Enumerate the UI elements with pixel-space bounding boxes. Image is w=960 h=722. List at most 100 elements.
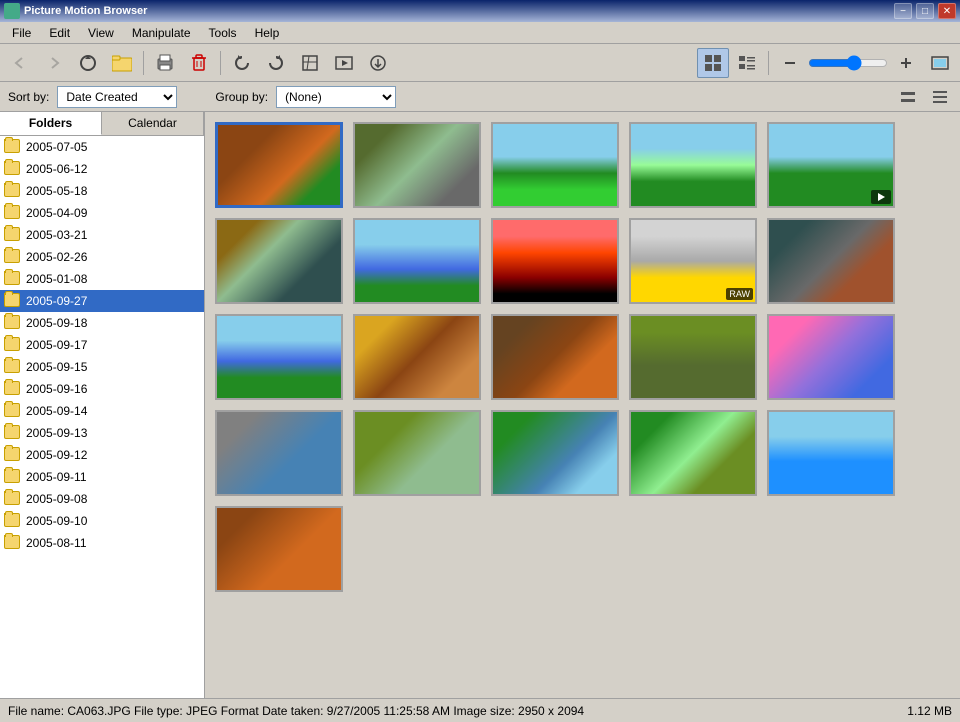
thumbnail-item[interactable]	[215, 506, 343, 592]
menu-manipulate[interactable]: Manipulate	[124, 24, 199, 42]
thumbnail-item[interactable]	[767, 122, 895, 208]
edit-icon	[301, 54, 319, 72]
rotate-right-button[interactable]	[260, 48, 292, 78]
folder-item[interactable]: 2005-09-11	[0, 466, 204, 488]
list-view-icon	[738, 54, 756, 72]
zoom-in-button[interactable]	[890, 48, 922, 78]
thumbnail-item[interactable]	[767, 218, 895, 304]
thumbnail-item[interactable]	[767, 314, 895, 400]
slide-button[interactable]	[328, 48, 360, 78]
folder-item[interactable]: 2005-09-15	[0, 356, 204, 378]
folder-name: 2005-09-14	[26, 404, 87, 418]
list-view-button[interactable]	[731, 48, 763, 78]
folder-item[interactable]: 2005-03-21	[0, 224, 204, 246]
thumbnail-item[interactable]	[629, 122, 757, 208]
thumbnail-item[interactable]	[491, 218, 619, 304]
folder-item[interactable]: 2005-09-27	[0, 290, 204, 312]
rotate-left-button[interactable]	[226, 48, 258, 78]
refresh-button[interactable]	[72, 48, 104, 78]
folder-icon	[4, 139, 22, 155]
folder-name: 2005-07-05	[26, 140, 87, 154]
zoom-slider[interactable]	[808, 55, 888, 71]
expand-button[interactable]	[896, 86, 920, 108]
thumbnail-item[interactable]	[629, 410, 757, 496]
forward-button[interactable]	[38, 48, 70, 78]
folder-item[interactable]: 2005-05-18	[0, 180, 204, 202]
folder-name: 2005-09-15	[26, 360, 87, 374]
minimize-button[interactable]: −	[894, 3, 912, 19]
thumbnail-item[interactable]	[353, 314, 481, 400]
folder-name: 2005-08-11	[26, 536, 87, 550]
folder-item[interactable]: 2005-09-08	[0, 488, 204, 510]
folder-item[interactable]: 2005-09-16	[0, 378, 204, 400]
group-select[interactable]: (None) Date Folder	[276, 86, 396, 108]
delete-button[interactable]	[183, 48, 215, 78]
folder-icon	[4, 359, 22, 375]
folder-item[interactable]: 2005-07-05	[0, 136, 204, 158]
raw-badge: RAW	[726, 288, 753, 300]
zoom-out-button[interactable]	[774, 48, 806, 78]
folder-item[interactable]: 2005-09-12	[0, 444, 204, 466]
thumbnail-item[interactable]	[215, 122, 343, 208]
folder-item[interactable]: 2005-09-17	[0, 334, 204, 356]
grid-view-button[interactable]	[697, 48, 729, 78]
edit-button[interactable]	[294, 48, 326, 78]
export-button[interactable]	[362, 48, 394, 78]
sort-label: Sort by:	[8, 90, 49, 104]
folder-name: 2005-09-11	[26, 470, 87, 484]
zoom-in-icon	[899, 56, 913, 70]
thumbnail-item[interactable]	[215, 314, 343, 400]
folder-item[interactable]: 2005-02-26	[0, 246, 204, 268]
folder-name: 2005-09-12	[26, 448, 87, 462]
sort-bar: Sort by: Date Created File Name File Siz…	[0, 82, 960, 112]
folder-item[interactable]: 2005-09-13	[0, 422, 204, 444]
folder-icon	[4, 293, 22, 309]
menu-tools[interactable]: Tools	[201, 24, 245, 42]
folder-button[interactable]	[106, 48, 138, 78]
folder-item[interactable]: 2005-09-14	[0, 400, 204, 422]
folder-icon	[4, 447, 22, 463]
menu-file[interactable]: File	[4, 24, 39, 42]
maximize-button[interactable]: □	[916, 3, 934, 19]
folder-icon	[4, 535, 22, 551]
thumbnail-item[interactable]	[491, 410, 619, 496]
expand-icon	[901, 92, 915, 102]
thumbnail-item[interactable]	[491, 314, 619, 400]
sort-select[interactable]: Date Created File Name File Size Date Mo…	[57, 86, 177, 108]
folder-item[interactable]: 2005-09-10	[0, 510, 204, 532]
thumbnail-item[interactable]	[215, 218, 343, 304]
folder-item[interactable]: 2005-08-11	[0, 532, 204, 554]
thumbnail-item[interactable]	[353, 122, 481, 208]
thumbnail-item[interactable]	[353, 218, 481, 304]
thumbnail-item[interactable]	[215, 410, 343, 496]
folder-name: 2005-09-08	[26, 492, 87, 506]
collapse-button[interactable]	[928, 86, 952, 108]
fullscreen-button[interactable]	[924, 48, 956, 78]
thumbnail-item[interactable]	[629, 314, 757, 400]
back-button[interactable]	[4, 48, 36, 78]
video-badge	[871, 190, 891, 204]
content-area: RAW	[205, 112, 960, 698]
folder-icon	[4, 315, 22, 331]
folder-name: 2005-09-13	[26, 426, 87, 440]
tab-calendar[interactable]: Calendar	[102, 112, 204, 135]
menu-view[interactable]: View	[80, 24, 122, 42]
thumbnail-item[interactable]	[353, 410, 481, 496]
close-button[interactable]: ✕	[938, 3, 956, 19]
folder-name: 2005-09-27	[26, 294, 87, 308]
folder-name: 2005-01-08	[26, 272, 87, 286]
print-button[interactable]	[149, 48, 181, 78]
tab-folders[interactable]: Folders	[0, 112, 102, 135]
thumbnail-area[interactable]: RAW	[205, 112, 960, 698]
folder-item[interactable]: 2005-01-08	[0, 268, 204, 290]
folder-name: 2005-09-18	[26, 316, 87, 330]
folder-item[interactable]: 2005-09-18	[0, 312, 204, 334]
group-label: Group by:	[215, 90, 268, 104]
menu-help[interactable]: Help	[247, 24, 288, 42]
folder-item[interactable]: 2005-06-12	[0, 158, 204, 180]
menu-edit[interactable]: Edit	[41, 24, 78, 42]
thumbnail-item[interactable]: RAW	[629, 218, 757, 304]
thumbnail-item[interactable]	[491, 122, 619, 208]
folder-item[interactable]: 2005-04-09	[0, 202, 204, 224]
thumbnail-item[interactable]	[767, 410, 895, 496]
